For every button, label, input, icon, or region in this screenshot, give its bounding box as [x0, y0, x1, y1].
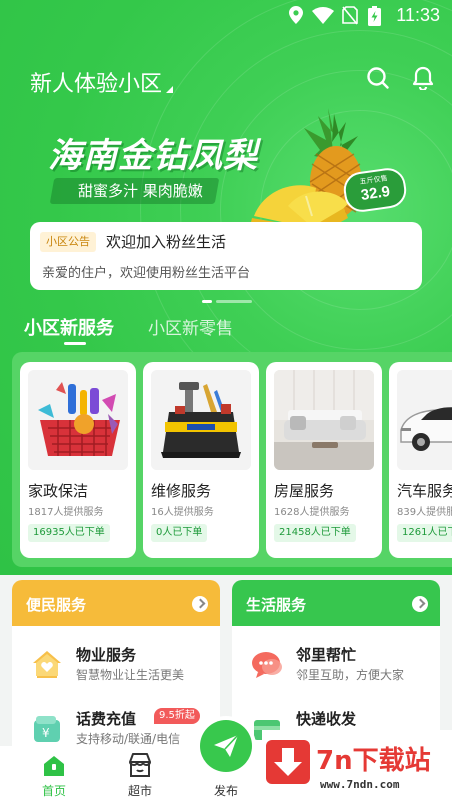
- living-room-image: [274, 370, 374, 470]
- item-title: 物业服务: [76, 646, 137, 664]
- tab-new-services[interactable]: 小区新服务: [24, 314, 114, 340]
- service-name: 维修服务: [151, 482, 212, 500]
- service-card-car[interactable]: 汽车服务 839人提供服务 1261人已下单: [389, 362, 452, 558]
- watermark-title: 7n下载站: [316, 746, 431, 776]
- service-orders: 0人已下单: [151, 524, 208, 542]
- svg-text:¥: ¥: [42, 726, 50, 740]
- chat-bubbles-icon: [252, 652, 282, 678]
- service-name: 房屋服务: [274, 482, 335, 500]
- wifi-icon: [312, 7, 334, 24]
- service-providers: 16人提供服务: [151, 507, 214, 518]
- watermark: 7n下载站 www.7ndn.com: [262, 730, 452, 805]
- nav-supermarket[interactable]: 超市: [110, 746, 170, 805]
- service-name: 汽车服务: [397, 482, 452, 500]
- service-card-cleaning[interactable]: 家政保洁 1817人提供服务 16935人已下单: [20, 362, 136, 558]
- publish-button[interactable]: [196, 716, 256, 776]
- community-name: 新人体验小区: [30, 72, 163, 97]
- chevron-right-icon[interactable]: [412, 596, 428, 612]
- item-subtitle: 邻里互助，方便大家: [296, 668, 405, 682]
- item-subtitle: 支持移动/联通/电信: [76, 732, 181, 746]
- tab-indicator: [64, 342, 86, 345]
- card-title: 生活服务: [246, 596, 307, 614]
- service-providers: 839人提供服务: [397, 507, 452, 518]
- discount-badge: 9.5折起: [154, 708, 200, 724]
- convenience-header[interactable]: 便民服务: [12, 580, 220, 626]
- service-card-repair[interactable]: 维修服务 16人提供服务 0人已下单: [143, 362, 259, 558]
- wallet-icon: ¥: [34, 716, 60, 742]
- service-carousel[interactable]: 家政保洁 1817人提供服务 16935人已下单 维修服务 16人提供服务 0人…: [12, 352, 452, 567]
- location-icon: [289, 6, 303, 24]
- search-icon[interactable]: [366, 66, 390, 90]
- paper-plane-icon: [214, 734, 239, 757]
- service-orders: 16935人已下单: [28, 524, 110, 542]
- service-providers: 1817人提供服务: [28, 507, 104, 518]
- service-orders: 1261人已下单: [397, 524, 452, 542]
- shop-icon: [129, 753, 151, 777]
- publish-button-circle: [200, 720, 252, 772]
- no-sim-icon: [342, 6, 358, 25]
- notice-badge: 小区公告: [40, 232, 96, 252]
- notice-card[interactable]: 小区公告 欢迎加入粉丝生活 亲爱的住户，欢迎使用粉丝生活平台: [30, 222, 422, 290]
- item-title: 快递收发: [296, 710, 357, 728]
- home-icon: [44, 756, 64, 776]
- life-header[interactable]: 生活服务: [232, 580, 440, 626]
- service-name: 家政保洁: [28, 482, 89, 500]
- community-selector[interactable]: 新人体验小区: [30, 66, 174, 98]
- clock: 11:33: [396, 5, 440, 25]
- cleaning-image: [28, 370, 128, 470]
- service-item-property[interactable]: 物业服务 智慧物业让生活更美: [12, 642, 220, 692]
- nav-label: 首页: [41, 784, 66, 798]
- nav-label: 发布: [213, 784, 238, 798]
- notice-body: 亲爱的住户，欢迎使用粉丝生活平台: [42, 266, 251, 281]
- service-item-neighbor-help[interactable]: 邻里帮忙 邻里互助，方便大家: [232, 642, 440, 692]
- notice-title: 欢迎加入粉丝生活: [106, 233, 227, 251]
- card-title: 便民服务: [26, 596, 87, 614]
- tab-new-retail[interactable]: 小区新零售: [148, 314, 233, 339]
- house-icon: [33, 651, 61, 678]
- app-header: 新人体验小区: [0, 60, 452, 104]
- service-card-housing[interactable]: 房屋服务 1628人提供服务 21458人已下单: [266, 362, 382, 558]
- bell-icon[interactable]: [412, 66, 434, 90]
- item-title: 邻里帮忙: [296, 646, 357, 664]
- service-orders: 21458人已下单: [274, 524, 356, 542]
- car-image: [397, 370, 452, 470]
- watermark-url: www.7ndn.com: [320, 778, 400, 791]
- item-subtitle: 智慧物业让生活更美: [76, 668, 185, 682]
- item-title: 话费充值: [76, 710, 137, 728]
- repair-image: [151, 370, 251, 470]
- nav-home[interactable]: 首页: [24, 746, 84, 805]
- nav-label: 超市: [127, 784, 152, 798]
- banner-subtitle: 甜蜜多汁 果肉脆嫩: [49, 178, 220, 204]
- service-providers: 1628人提供服务: [274, 507, 350, 518]
- dropdown-caret-icon: [166, 86, 174, 93]
- download-logo-icon: [266, 740, 310, 784]
- banner-title[interactable]: 海南金钻凤梨: [48, 128, 258, 177]
- status-bar: 11:33: [0, 0, 452, 32]
- chevron-right-icon[interactable]: [192, 596, 208, 612]
- battery-icon: [368, 6, 381, 26]
